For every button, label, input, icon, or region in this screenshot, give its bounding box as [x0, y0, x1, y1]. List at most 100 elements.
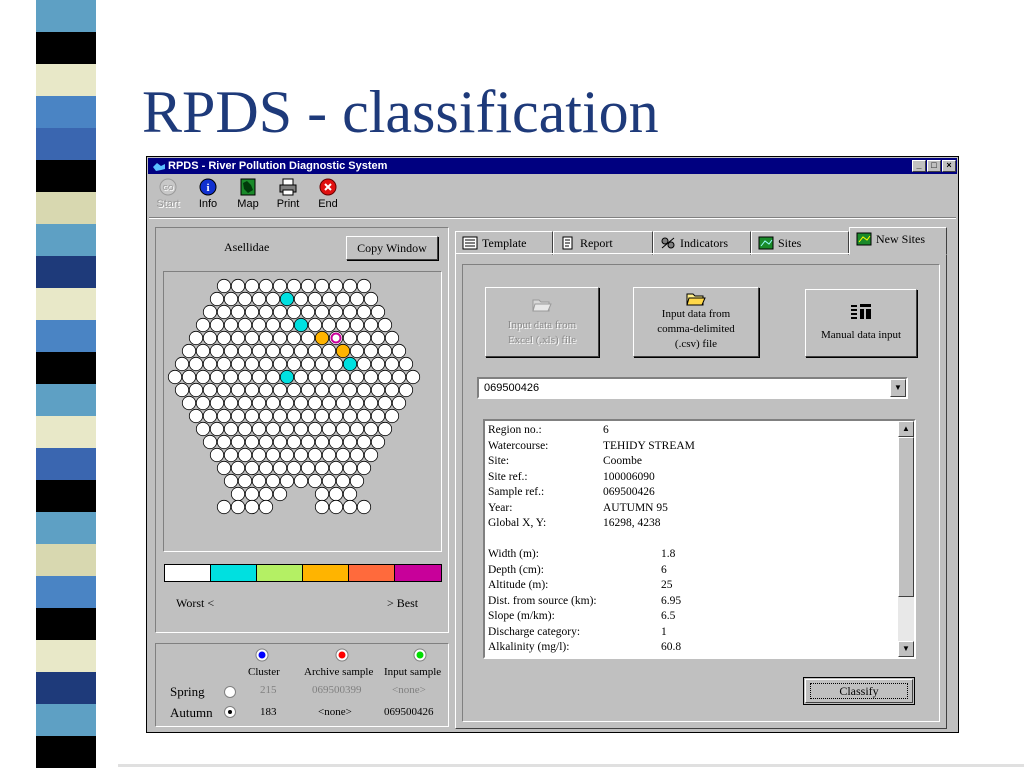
map-cell[interactable] — [181, 343, 197, 359]
map-cell[interactable] — [223, 317, 239, 333]
map-cell[interactable] — [251, 291, 267, 307]
map-cell[interactable] — [314, 382, 330, 398]
map-cell[interactable] — [251, 395, 267, 411]
map-cell[interactable] — [279, 473, 295, 489]
map-cell[interactable] — [370, 434, 386, 450]
map-cell[interactable] — [363, 395, 379, 411]
map-cell[interactable] — [398, 382, 414, 398]
map-cell[interactable] — [230, 278, 246, 294]
map-cell[interactable] — [209, 369, 225, 385]
scroll-thumb[interactable] — [898, 437, 914, 597]
chevron-down-icon[interactable]: ▼ — [890, 379, 906, 397]
map-cell[interactable] — [223, 447, 239, 463]
map-cell[interactable] — [342, 382, 358, 398]
map-cell[interactable] — [293, 447, 309, 463]
map-cell[interactable] — [216, 434, 232, 450]
map-cell[interactable] — [286, 278, 302, 294]
map-cell[interactable] — [286, 330, 302, 346]
map-cell[interactable] — [251, 369, 267, 385]
map-cell[interactable] — [272, 356, 288, 372]
map-cell[interactable] — [335, 317, 351, 333]
map-cell[interactable] — [356, 330, 372, 346]
map-cell[interactable] — [377, 343, 393, 359]
map-cell[interactable] — [244, 460, 260, 476]
map-cell[interactable] — [349, 317, 365, 333]
map-cell[interactable] — [349, 421, 365, 437]
map-cell[interactable] — [328, 408, 344, 424]
map-cell[interactable] — [321, 447, 337, 463]
map-cell[interactable] — [342, 304, 358, 320]
map-cell[interactable] — [230, 486, 246, 502]
map-cell[interactable] — [300, 330, 316, 346]
map-cell[interactable] — [279, 447, 295, 463]
map-cell[interactable] — [370, 408, 386, 424]
map-cell[interactable] — [314, 356, 330, 372]
map-cell[interactable] — [349, 343, 365, 359]
map-cell[interactable] — [251, 421, 267, 437]
tab-indicators[interactable]: Indicators — [653, 231, 751, 255]
map-cell[interactable] — [258, 278, 274, 294]
map-cell[interactable] — [349, 369, 365, 385]
map-cell[interactable] — [300, 434, 316, 450]
maximize-button[interactable]: □ — [927, 160, 941, 172]
map-cell[interactable] — [216, 330, 232, 346]
map-cell[interactable] — [188, 356, 204, 372]
map-cell[interactable] — [272, 304, 288, 320]
map-cell[interactable] — [237, 395, 253, 411]
map-button[interactable]: Map — [231, 177, 265, 210]
map-cell[interactable] — [307, 447, 323, 463]
map-cell[interactable] — [258, 434, 274, 450]
map-cell[interactable] — [307, 421, 323, 437]
map-cell[interactable] — [391, 369, 407, 385]
map-cell[interactable] — [384, 382, 400, 398]
map-cell[interactable] — [237, 343, 253, 359]
map-cell[interactable] — [370, 304, 386, 320]
map-cell[interactable] — [349, 473, 365, 489]
map-cell[interactable] — [251, 473, 267, 489]
map-cell[interactable] — [279, 317, 295, 333]
map-cell[interactable] — [286, 356, 302, 372]
map-cell[interactable] — [188, 330, 204, 346]
map-cell[interactable] — [293, 421, 309, 437]
map-cell[interactable] — [223, 291, 239, 307]
map-cell[interactable] — [363, 369, 379, 385]
print-button[interactable]: Print — [271, 177, 305, 210]
map-cell[interactable] — [314, 434, 330, 450]
map-cell[interactable] — [342, 460, 358, 476]
map-cell[interactable] — [321, 395, 337, 411]
map-cell[interactable] — [293, 317, 309, 333]
map-cell[interactable] — [195, 421, 211, 437]
map-cell[interactable] — [342, 434, 358, 450]
map-cell[interactable] — [286, 408, 302, 424]
map-cell[interactable] — [258, 460, 274, 476]
map-cell[interactable] — [272, 408, 288, 424]
map-cell[interactable] — [300, 408, 316, 424]
map-cell[interactable] — [237, 369, 253, 385]
tab-template[interactable]: Template — [455, 231, 553, 255]
map-cell[interactable] — [335, 447, 351, 463]
map-cell[interactable] — [321, 473, 337, 489]
map-cell[interactable] — [279, 421, 295, 437]
map-cell[interactable] — [272, 330, 288, 346]
map-cell[interactable] — [181, 369, 197, 385]
tab-sites[interactable]: Sites — [751, 231, 849, 255]
map-cell[interactable] — [335, 421, 351, 437]
map-cell[interactable] — [300, 460, 316, 476]
map-cell[interactable] — [314, 499, 330, 515]
map-cell[interactable] — [356, 382, 372, 398]
map-cell[interactable] — [258, 408, 274, 424]
close-button[interactable]: × — [942, 160, 956, 172]
map-cell[interactable] — [321, 343, 337, 359]
tab-report[interactable]: Report — [553, 231, 653, 255]
end-button[interactable]: End — [311, 177, 345, 210]
map-cell[interactable] — [314, 460, 330, 476]
map-cell[interactable] — [321, 291, 337, 307]
start-button[interactable]: GO Start — [151, 177, 185, 210]
map-cell[interactable] — [237, 291, 253, 307]
map-cell[interactable] — [307, 291, 323, 307]
csv-import-button[interactable]: Input data from comma-delimited (.csv) f… — [633, 287, 759, 357]
map-cell[interactable] — [265, 291, 281, 307]
map-cell[interactable] — [209, 343, 225, 359]
map-cell[interactable] — [251, 343, 267, 359]
map-cell[interactable] — [307, 317, 323, 333]
